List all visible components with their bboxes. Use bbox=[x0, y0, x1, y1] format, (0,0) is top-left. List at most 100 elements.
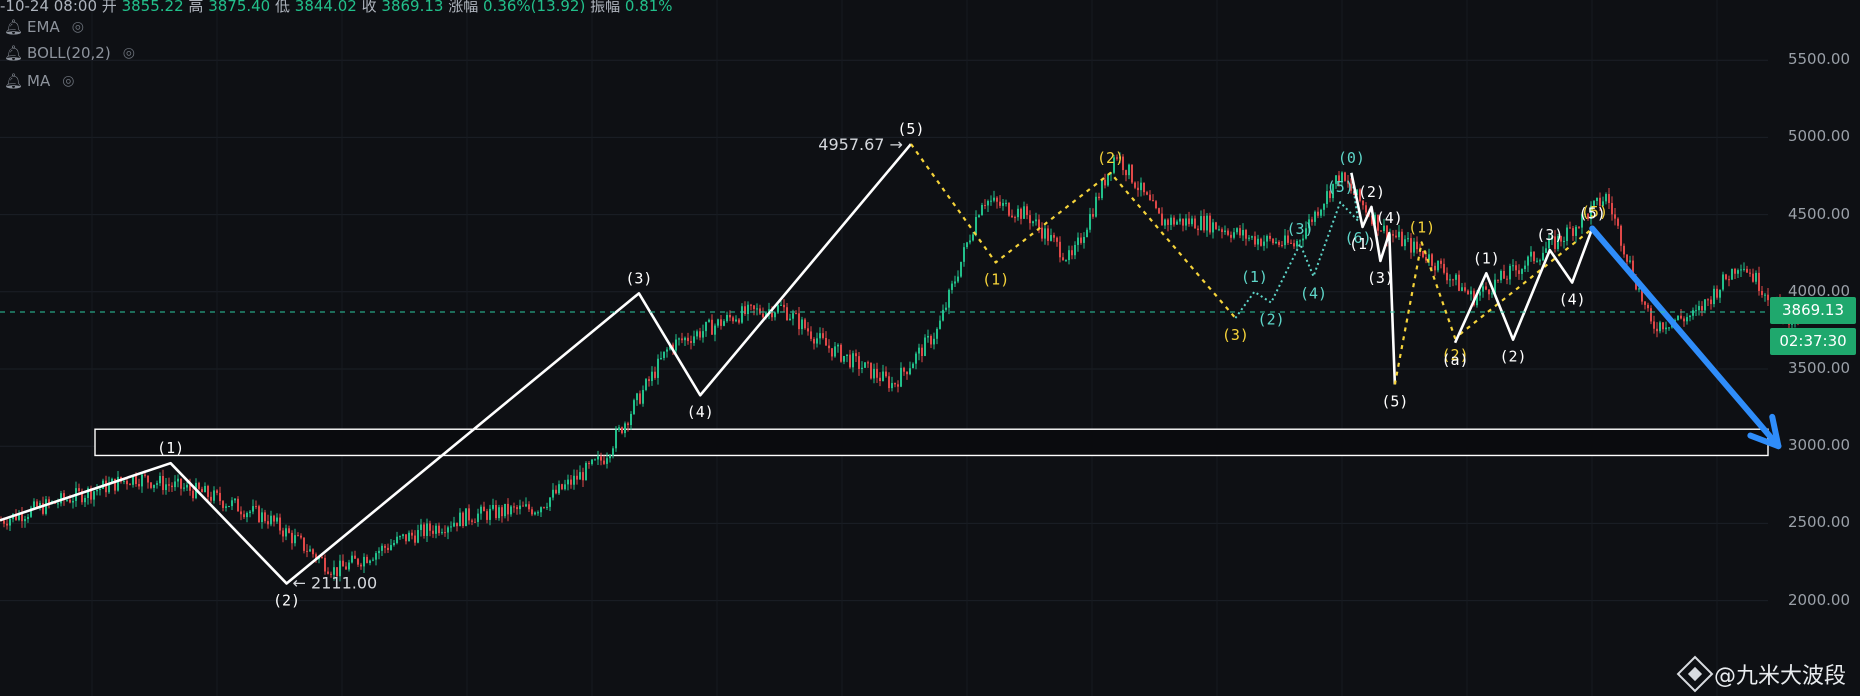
candle-body bbox=[1455, 274, 1457, 280]
candle-body bbox=[1398, 231, 1400, 238]
candle-body bbox=[1758, 272, 1760, 291]
indicator-ema[interactable]: 🔔︎ EMA ◎ bbox=[4, 18, 84, 36]
eye-off-icon[interactable]: ◎ bbox=[72, 19, 84, 35]
candle-body bbox=[1488, 289, 1490, 295]
eye-off-icon[interactable]: ◎ bbox=[62, 73, 74, 89]
candle-body bbox=[1497, 279, 1499, 281]
candle-body bbox=[1761, 290, 1763, 295]
candle-body bbox=[1767, 294, 1769, 301]
candle-body bbox=[858, 356, 860, 370]
candle-body bbox=[981, 205, 983, 216]
candle-body bbox=[150, 482, 152, 488]
high-value: 3875.40 bbox=[208, 0, 271, 15]
candle-body bbox=[249, 511, 251, 513]
candle-body bbox=[462, 512, 464, 527]
ohlc-readout: -10-24 08:00 开 3855.22 高 3875.40 低 3844.… bbox=[0, 0, 673, 16]
candle-body bbox=[642, 389, 644, 404]
candle-body bbox=[471, 520, 473, 522]
candle-body bbox=[1656, 328, 1658, 332]
wave-label: (4) bbox=[1300, 284, 1327, 302]
candle-body bbox=[1077, 237, 1079, 245]
candle-body bbox=[72, 500, 74, 503]
candle-body bbox=[1737, 270, 1739, 274]
candle-body bbox=[1407, 238, 1409, 240]
candle-body bbox=[105, 480, 107, 493]
candle-body bbox=[213, 490, 215, 501]
candle-body bbox=[534, 512, 536, 515]
price-chart[interactable]: (1)(2)(3)(4)(5)(1)(2)(3)(1)(2)(3)(4)(5)(… bbox=[0, 0, 1860, 696]
candle-body bbox=[1251, 236, 1253, 238]
candle-body bbox=[360, 564, 362, 567]
candle-body bbox=[444, 532, 446, 534]
candle-body bbox=[594, 459, 596, 461]
candle-body bbox=[1500, 270, 1502, 281]
candle-body bbox=[1698, 306, 1700, 311]
wave-label: (5) bbox=[1579, 204, 1606, 222]
candle-body bbox=[27, 516, 29, 519]
candle-body bbox=[1083, 237, 1085, 243]
candle-body bbox=[633, 400, 635, 414]
candle-body bbox=[306, 550, 308, 552]
candle-body bbox=[663, 351, 665, 358]
candle-body bbox=[1143, 182, 1145, 193]
countdown-badge: 02:37:30 bbox=[1770, 328, 1856, 355]
wave-label: (4) bbox=[1559, 291, 1586, 309]
wave-label: (2) bbox=[1358, 183, 1385, 201]
candle-body bbox=[1509, 265, 1511, 280]
candle-body bbox=[1101, 179, 1103, 199]
candle-body bbox=[777, 305, 779, 313]
candle-body bbox=[624, 423, 626, 434]
candle-body bbox=[345, 566, 347, 570]
candle-body bbox=[183, 487, 185, 489]
candle-body bbox=[1281, 244, 1283, 246]
candle-body bbox=[96, 490, 98, 492]
candle-body bbox=[759, 308, 761, 314]
candle-body bbox=[1056, 237, 1058, 242]
candle-body bbox=[1707, 299, 1709, 301]
candle-body bbox=[351, 555, 353, 563]
candle-body bbox=[708, 319, 710, 322]
candle-body bbox=[639, 393, 641, 404]
candle-body bbox=[879, 377, 881, 381]
candle-body bbox=[510, 506, 512, 515]
candle-body bbox=[864, 362, 866, 368]
candle-body bbox=[1746, 268, 1748, 273]
candle-body bbox=[675, 339, 677, 351]
candle-body bbox=[1572, 228, 1574, 236]
candle-body bbox=[582, 472, 584, 481]
candle-body bbox=[387, 547, 389, 550]
candle-body bbox=[585, 462, 587, 481]
candle-body bbox=[405, 534, 407, 542]
candle-body bbox=[531, 509, 533, 515]
candle-body bbox=[729, 314, 731, 318]
candle-body bbox=[1659, 322, 1661, 332]
candle-body bbox=[603, 460, 605, 464]
candle-body bbox=[1080, 237, 1082, 243]
candle-body bbox=[177, 478, 179, 482]
candle-body bbox=[1089, 213, 1091, 230]
candle-body bbox=[378, 550, 380, 554]
candle-body bbox=[1512, 265, 1514, 267]
indicator-boll[interactable]: 🔔︎ BOLL(20,2) ◎ bbox=[4, 44, 135, 62]
candle-body bbox=[1617, 218, 1619, 226]
wave-label: (1) bbox=[157, 439, 184, 457]
candle-body bbox=[1731, 268, 1733, 280]
change-value: 0.36%(13.92) bbox=[483, 0, 586, 15]
support-zone bbox=[94, 428, 1769, 457]
candle-body bbox=[84, 498, 86, 503]
candle-body bbox=[1167, 219, 1169, 225]
support-zone-rect bbox=[94, 428, 1769, 457]
indicator-ma[interactable]: 🔔︎ MA ◎ bbox=[4, 72, 74, 90]
candle-body bbox=[993, 197, 995, 201]
candle-body bbox=[561, 484, 563, 490]
candle-body bbox=[1527, 256, 1529, 266]
candle-body bbox=[762, 313, 764, 318]
eye-off-icon[interactable]: ◎ bbox=[123, 45, 135, 61]
candle-body bbox=[1065, 260, 1067, 262]
candle-body bbox=[693, 336, 695, 343]
candle-body bbox=[1053, 235, 1055, 238]
candle-body bbox=[711, 319, 713, 335]
candle-body bbox=[240, 511, 242, 515]
candle-body bbox=[1764, 294, 1766, 296]
candle-body bbox=[600, 456, 602, 461]
